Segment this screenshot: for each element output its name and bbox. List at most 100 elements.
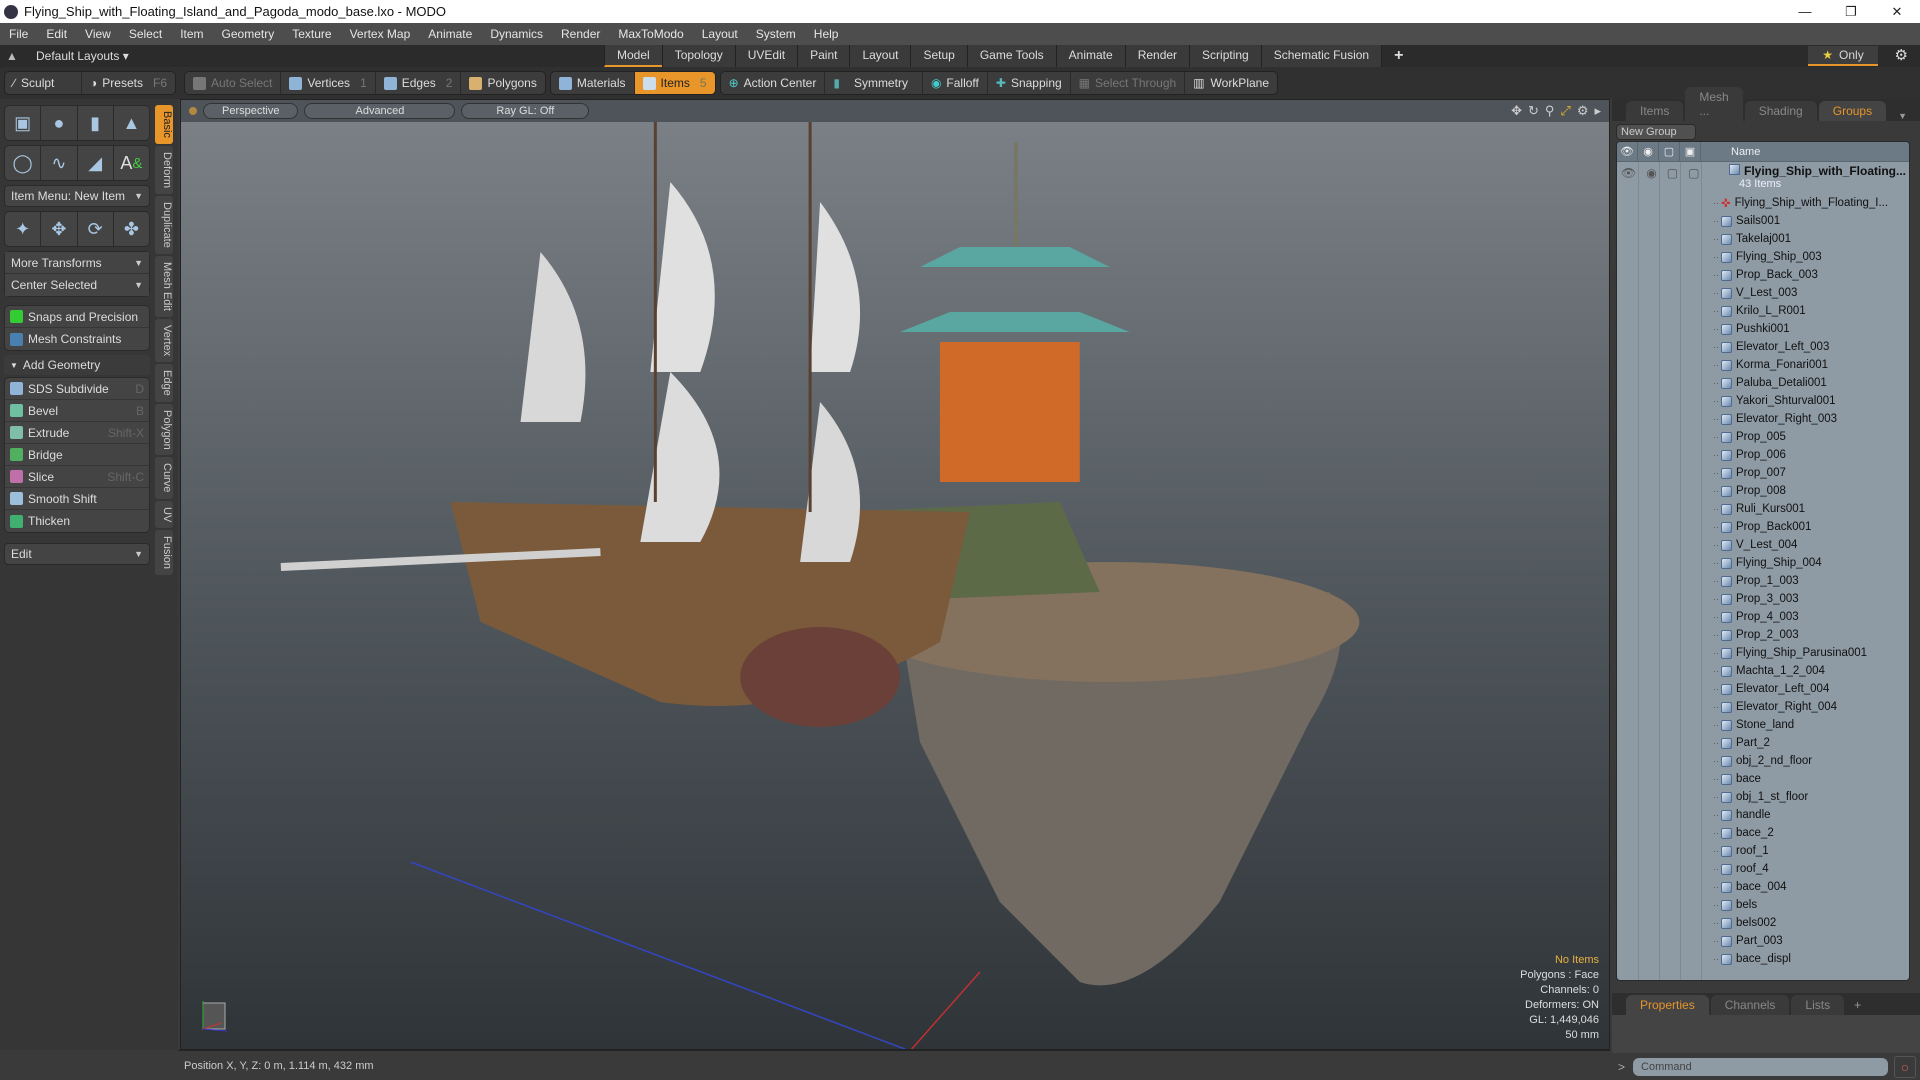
list-item[interactable]: ·· Part_003 bbox=[1617, 932, 1909, 950]
menu-select[interactable]: Select bbox=[120, 27, 171, 41]
rotate-icon[interactable]: ⟳ bbox=[78, 212, 114, 246]
item-menu-dropdown[interactable]: Item Menu: New Item ▼ bbox=[4, 185, 150, 207]
list-item[interactable]: ·· roof_1 bbox=[1617, 842, 1909, 860]
scale-icon[interactable]: ✤ bbox=[114, 212, 149, 246]
gear-icon[interactable]: ⚙ bbox=[1895, 46, 1908, 64]
tool-extrude[interactable]: Extrude Shift-X bbox=[5, 422, 149, 444]
expand-arrow-icon[interactable]: ▸ bbox=[1594, 103, 1601, 119]
list-item[interactable]: ·· Pushki001 bbox=[1617, 320, 1909, 338]
auto-select-button[interactable]: Auto Select bbox=[185, 72, 282, 94]
list-item[interactable]: ·· obj_1_st_floor bbox=[1617, 788, 1909, 806]
tab-channels[interactable]: Channels bbox=[1710, 995, 1790, 1015]
add-tab-button[interactable]: + bbox=[1381, 45, 1415, 67]
tab-scripting[interactable]: Scripting bbox=[1189, 45, 1261, 67]
tab-groups[interactable]: Groups bbox=[1818, 101, 1887, 121]
menu-maxtomodo[interactable]: MaxToModo bbox=[609, 27, 692, 41]
select-through-button[interactable]: ▦ Select Through bbox=[1071, 72, 1186, 94]
move-icon[interactable]: ✥ bbox=[41, 212, 78, 246]
tab-topology[interactable]: Topology bbox=[661, 45, 735, 67]
menu-texture[interactable]: Texture bbox=[283, 27, 340, 41]
vtab-edge[interactable]: Edge bbox=[155, 363, 173, 402]
cone-primitive-icon[interactable]: ▲ bbox=[114, 106, 149, 140]
list-item[interactable]: ·· Prop_Back_003 bbox=[1617, 266, 1909, 284]
tab-render[interactable]: Render bbox=[1124, 45, 1190, 67]
list-item[interactable]: ·· Elevator_Right_004 bbox=[1617, 698, 1909, 716]
viewport-gear-icon[interactable]: ⚙ bbox=[1577, 103, 1589, 119]
tab-shading[interactable]: Shading bbox=[1744, 101, 1817, 121]
list-item[interactable]: ·· bels bbox=[1617, 896, 1909, 914]
visibility-toggle-icon[interactable]: 👁 bbox=[1621, 166, 1636, 180]
add-geometry-section[interactable]: ▼ Add Geometry bbox=[4, 355, 150, 375]
list-item[interactable]: ·· Yakori_Shturval001 bbox=[1617, 392, 1909, 410]
raygl-toggle[interactable]: Ray GL: Off bbox=[461, 103, 590, 119]
select-column-icon[interactable]: ▣ bbox=[1680, 142, 1701, 161]
list-item[interactable]: ·· obj_2_nd_floor bbox=[1617, 752, 1909, 770]
list-item[interactable]: ·· Prop_008 bbox=[1617, 482, 1909, 500]
list-item[interactable]: ·· Prop_4_003 bbox=[1617, 608, 1909, 626]
restore-button[interactable]: ❐ bbox=[1828, 0, 1874, 23]
list-item[interactable]: ·· Sails001 bbox=[1617, 212, 1909, 230]
list-item[interactable]: ·· bace_004 bbox=[1617, 878, 1909, 896]
visibility-column-icon[interactable]: 👁 bbox=[1617, 142, 1638, 161]
render-toggle-icon[interactable]: ◉ bbox=[1646, 166, 1656, 180]
vtab-curve[interactable]: Curve bbox=[155, 457, 173, 499]
torus-primitive-icon[interactable]: ◯ bbox=[5, 146, 42, 180]
list-item[interactable]: ·· Prop_Back001 bbox=[1617, 518, 1909, 536]
close-button[interactable]: ✕ bbox=[1874, 0, 1920, 23]
list-item[interactable]: ·· handle bbox=[1617, 806, 1909, 824]
menu-item[interactable]: Item bbox=[171, 27, 212, 41]
menu-view[interactable]: View bbox=[76, 27, 120, 41]
orbit-icon[interactable]: ↻ bbox=[1528, 103, 1539, 119]
more-transforms-dropdown[interactable]: More Transforms ▼ bbox=[5, 252, 149, 274]
action-center-button[interactable]: ⊕ Action Center bbox=[721, 72, 826, 94]
list-item[interactable]: ·· Machta_1_2_004 bbox=[1617, 662, 1909, 680]
spiral-primitive-icon[interactable]: ∿ bbox=[41, 146, 78, 180]
list-item[interactable]: ·· Ruli_Kurs001 bbox=[1617, 500, 1909, 518]
tab-layout[interactable]: Layout bbox=[849, 45, 911, 67]
fit-icon[interactable]: ⤢ bbox=[1560, 103, 1570, 119]
mesh-constraints-button[interactable]: Mesh Constraints bbox=[5, 328, 149, 350]
vtab-polygon[interactable]: Polygon bbox=[155, 403, 173, 456]
menu-dynamics[interactable]: Dynamics bbox=[481, 27, 552, 41]
menu-vertex-map[interactable]: Vertex Map bbox=[341, 27, 420, 41]
list-item[interactable]: ·· V_Lest_003 bbox=[1617, 284, 1909, 302]
list-item[interactable]: ·· Flying_Ship_003 bbox=[1617, 248, 1909, 266]
presets-button[interactable]: ◑ Presets F6 bbox=[82, 72, 175, 94]
tab-schematic-fusion[interactable]: Schematic Fusion bbox=[1260, 45, 1382, 67]
edges-button[interactable]: Edges 2 bbox=[376, 72, 462, 94]
tool-slice[interactable]: Slice Shift-C bbox=[5, 466, 149, 488]
vtab-mesh-edit[interactable]: Mesh Edit bbox=[155, 255, 173, 317]
list-item[interactable]: ·· Elevator_Right_003 bbox=[1617, 410, 1909, 428]
select-toggle-icon[interactable]: ▢ bbox=[1688, 166, 1699, 180]
items-button[interactable]: Items 5 bbox=[634, 72, 715, 94]
tab-mesh[interactable]: Mesh ... bbox=[1685, 87, 1743, 121]
tab-paint[interactable]: Paint bbox=[797, 45, 850, 67]
falloff-button[interactable]: ◉ Falloff bbox=[923, 72, 988, 94]
list-item[interactable]: ·· Prop_007 bbox=[1617, 464, 1909, 482]
vtab-deform[interactable]: Deform bbox=[155, 145, 173, 194]
lock-column-icon[interactable]: ▢ bbox=[1659, 142, 1680, 161]
menu-layout[interactable]: Layout bbox=[693, 27, 747, 41]
command-input[interactable]: Command bbox=[1633, 1057, 1889, 1076]
vtab-basic[interactable]: Basic bbox=[155, 105, 173, 144]
only-button[interactable]: ★ Only bbox=[1808, 46, 1878, 66]
list-item[interactable]: ·· bels002 bbox=[1617, 914, 1909, 932]
tab-properties[interactable]: Properties bbox=[1626, 995, 1709, 1015]
cylinder-primitive-icon[interactable]: ▮ bbox=[78, 106, 114, 140]
vertices-button[interactable]: Vertices 1 bbox=[281, 72, 376, 94]
list-item[interactable]: ·· Elevator_Left_004 bbox=[1617, 680, 1909, 698]
vtab-uv[interactable]: UV bbox=[155, 500, 173, 529]
zoom-icon[interactable]: ⚲ bbox=[1545, 103, 1555, 119]
tab-lists[interactable]: Lists bbox=[1791, 995, 1845, 1015]
menu-animate[interactable]: Animate bbox=[419, 27, 481, 41]
list-item[interactable]: ·· bace bbox=[1617, 770, 1909, 788]
tab-model[interactable]: Model bbox=[604, 45, 662, 67]
view-mode-dropdown[interactable]: Perspective bbox=[203, 103, 299, 119]
menu-file[interactable]: File bbox=[0, 27, 37, 41]
list-item[interactable]: ·· Prop_2_003 bbox=[1617, 626, 1909, 644]
tool-bevel[interactable]: Bevel B bbox=[5, 400, 149, 422]
list-item[interactable]: ·· bace_displ bbox=[1617, 950, 1909, 968]
center-selected-dropdown[interactable]: Center Selected ▼ bbox=[5, 274, 149, 296]
list-item[interactable]: ·· roof_4 bbox=[1617, 860, 1909, 878]
tool-smooth-shift[interactable]: Smooth Shift bbox=[5, 488, 149, 510]
